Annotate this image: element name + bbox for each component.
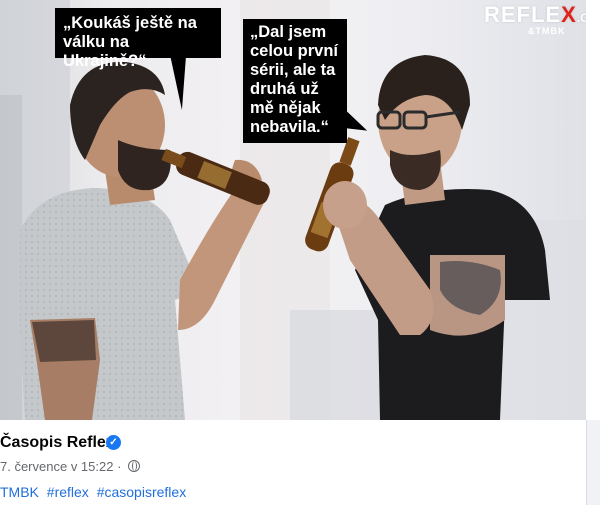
- speech-bubble-right: „Dal jsem celou první sérii, ale ta druh…: [243, 19, 347, 143]
- hashtag-link[interactable]: #casopisreflex: [97, 484, 187, 500]
- post-author[interactable]: Časopis Reflex: [0, 434, 115, 452]
- post-hashtags: TMBK #reflex #casopisreflex: [0, 484, 190, 500]
- post-date[interactable]: 7. července v 15:22 ·: [0, 459, 121, 474]
- post-meta: 7. července v 15:22 ·: [0, 459, 141, 474]
- post-image[interactable]: „Koukáš ještě na válku na Ukrajině?“ „Da…: [0, 0, 586, 420]
- verified-badge-icon: ✓: [106, 435, 121, 450]
- hashtag-link[interactable]: #reflex: [47, 484, 89, 500]
- tmbk-logo: &TMBK: [528, 26, 566, 36]
- hashtag-link[interactable]: TMBK: [0, 484, 39, 500]
- scrollbar-edge[interactable]: [586, 420, 600, 505]
- globe-icon: [128, 460, 141, 472]
- reflex-logo: REFLEX.CZ: [484, 2, 586, 27]
- speech-bubble-left: „Koukáš ještě na válku na Ukrajině?“: [55, 8, 221, 70]
